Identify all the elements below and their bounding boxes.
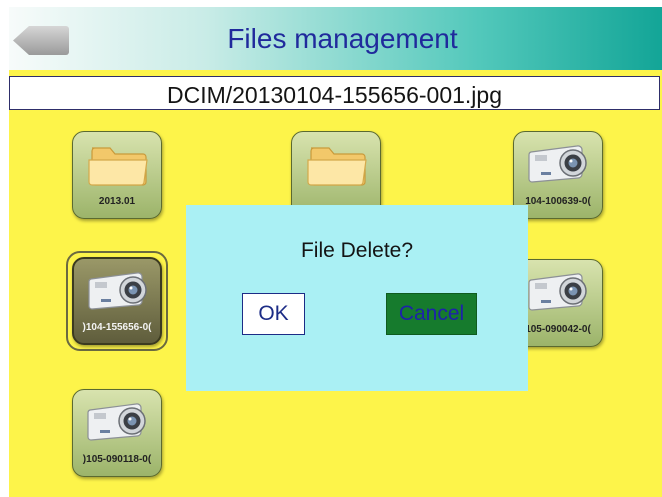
file-label: 104-100639-0( [525, 196, 591, 207]
camera-icon [528, 145, 587, 183]
camera-icon [87, 403, 146, 441]
delete-confirm-dialog: File Delete? OK Cancel [186, 205, 528, 391]
file-path-text: DCIM/20130104-155656-001.jpg [166, 82, 503, 108]
cancel-button[interactable]: Cancel [386, 293, 477, 335]
file-label: 2013.01 [98, 196, 136, 207]
folder-icon [88, 147, 148, 186]
file-label: )105-090118-0( [82, 454, 152, 465]
camera-icon [528, 273, 587, 311]
file-item-folder[interactable]: 2013.01 [72, 131, 162, 221]
camera-icon [88, 272, 147, 310]
file-label: )104-155656-0( [82, 322, 152, 333]
file-path-bar: DCIM/20130104-155656-001.jpg [9, 76, 660, 110]
file-label: 105-090042-0( [525, 324, 591, 335]
title-bar: Files management [9, 7, 662, 70]
device-screen: Files management DCIM/20130104-155656-00… [9, 7, 662, 497]
file-item-photo-selected[interactable]: )104-155656-0( [66, 251, 168, 351]
ok-button[interactable]: OK [242, 293, 305, 335]
file-item-photo[interactable]: )105-090118-0( [72, 389, 162, 479]
dialog-message: File Delete? [300, 239, 414, 262]
folder-icon [307, 147, 367, 186]
page-title: Files management [227, 23, 458, 54]
